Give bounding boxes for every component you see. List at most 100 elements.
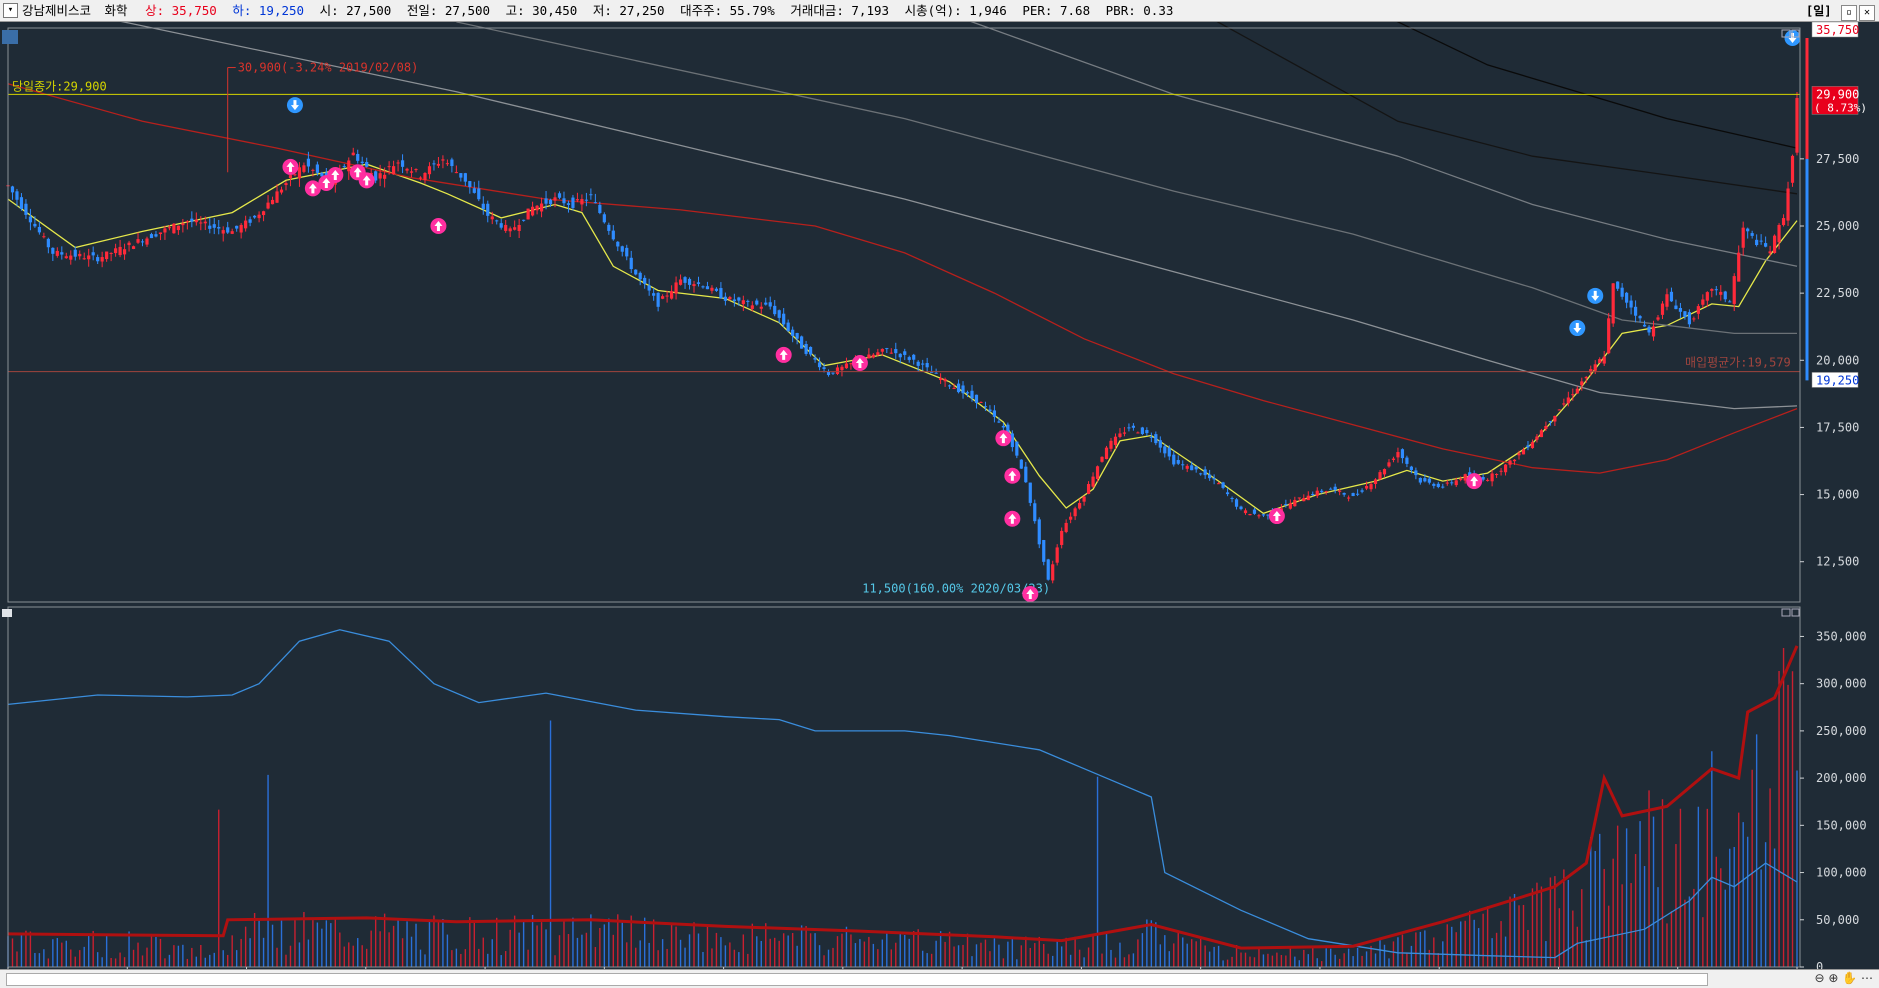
candle-body xyxy=(1418,477,1422,483)
candle-body xyxy=(60,252,64,255)
candle-body xyxy=(1674,305,1678,310)
major-holder-label: 대주주: xyxy=(680,3,723,18)
candle-body xyxy=(885,348,889,350)
volume-axis-label: 250,000 xyxy=(1816,724,1867,738)
candle-body xyxy=(1351,493,1355,497)
trade-amount-value: 7,193 xyxy=(851,3,890,18)
candle-body xyxy=(714,288,719,291)
candle-body xyxy=(921,363,925,365)
candle-body xyxy=(755,300,759,305)
candle-body xyxy=(1687,312,1691,325)
candle-body xyxy=(1234,499,1239,507)
candle-body xyxy=(728,297,732,300)
candle-body xyxy=(504,224,508,231)
candle-body xyxy=(539,203,544,212)
candle-body xyxy=(409,171,414,173)
candle-body xyxy=(73,249,77,257)
candle-body xyxy=(477,188,481,200)
zoom-out-icon[interactable]: ⊖ xyxy=(1814,971,1824,985)
candle-body xyxy=(1441,486,1445,488)
candle-body xyxy=(10,186,15,193)
candle-body xyxy=(1382,469,1387,475)
candle-body xyxy=(118,246,122,256)
candle-body xyxy=(1176,460,1180,464)
candle-body xyxy=(808,346,813,355)
candle-body xyxy=(602,214,606,223)
candle-body xyxy=(495,220,499,222)
candle-body xyxy=(1221,482,1225,488)
candle-body xyxy=(270,199,275,205)
candle-body xyxy=(629,257,633,270)
candle-body xyxy=(1329,488,1333,490)
candle-body xyxy=(199,222,203,224)
candle-body xyxy=(620,246,624,252)
candle-body xyxy=(1571,394,1575,396)
candle-body xyxy=(1409,466,1414,470)
candle-body xyxy=(1701,299,1705,305)
candle-body xyxy=(710,287,714,291)
candle-body xyxy=(1042,540,1046,562)
candle-body xyxy=(1746,228,1750,232)
candle-body xyxy=(311,169,315,171)
candle-body xyxy=(105,251,109,260)
candle-body xyxy=(1046,559,1050,580)
prev-close-label: 전일: xyxy=(406,3,438,18)
price-badge-label: 29,900 xyxy=(1816,87,1859,101)
candle-body xyxy=(687,278,692,285)
candle-body xyxy=(1512,459,1517,462)
candle-body xyxy=(1423,478,1427,482)
candle-body xyxy=(1360,490,1364,492)
more-icon[interactable]: ⋯ xyxy=(1861,971,1873,985)
candle-body xyxy=(943,379,947,382)
candle-body xyxy=(1055,547,1059,563)
candle-body xyxy=(1033,503,1037,522)
candle-body xyxy=(1669,291,1674,302)
candle-body xyxy=(176,225,180,231)
close-icon[interactable]: ✕ xyxy=(1859,5,1875,21)
candle-body xyxy=(1598,359,1602,364)
candle-body xyxy=(481,203,485,210)
dropdown-icon[interactable]: ▾ xyxy=(3,3,18,18)
candle-body xyxy=(235,225,239,229)
candle-body xyxy=(1755,239,1759,246)
candle-body xyxy=(683,277,687,283)
candle-body xyxy=(1086,484,1091,494)
candle-body xyxy=(1100,456,1104,462)
stock-name[interactable]: 강남제비스코 xyxy=(22,0,91,21)
price-axis-label: 25,000 xyxy=(1816,219,1859,233)
candle-body xyxy=(1378,472,1382,480)
candle-body xyxy=(1651,326,1656,337)
stock-chart[interactable]: 당일종가:29,900 매입평균가:19,579 30,900(-3.24% 201… xyxy=(0,22,1879,969)
candle-body xyxy=(817,362,822,368)
candle-body xyxy=(154,234,158,237)
candle-body xyxy=(1001,425,1005,428)
candle-body xyxy=(1113,436,1118,445)
candle-body xyxy=(78,253,82,257)
candle-body xyxy=(1208,474,1212,479)
candle-body xyxy=(432,163,436,165)
candle-body xyxy=(692,284,696,287)
horizontal-scrollbar[interactable] xyxy=(6,973,1708,986)
candle-body xyxy=(1714,289,1718,291)
candle-body xyxy=(28,216,33,223)
candle-body xyxy=(1293,499,1297,507)
hand-icon[interactable]: ✋ xyxy=(1842,971,1857,985)
restore-icon[interactable]: ▫ xyxy=(1841,5,1857,21)
volume-axis-label: 300,000 xyxy=(1816,677,1867,691)
candle-body xyxy=(1486,479,1490,481)
candle-body xyxy=(100,257,104,262)
zoom-in-icon[interactable]: ⊕ xyxy=(1828,971,1838,985)
volume-axis-label: 50,000 xyxy=(1816,913,1859,927)
candle-body xyxy=(652,293,656,296)
candle-body xyxy=(1203,469,1207,476)
candle-body xyxy=(1732,276,1736,305)
candle-body xyxy=(965,392,970,394)
candle-body xyxy=(992,410,997,417)
volume-axis-label: 100,000 xyxy=(1816,866,1867,880)
candle-body xyxy=(831,372,835,374)
candle-body xyxy=(1297,497,1301,499)
period-button[interactable]: [일] xyxy=(1806,4,1832,18)
candle-body xyxy=(741,300,745,305)
price-axis-label: 15,000 xyxy=(1816,488,1859,502)
candle-body xyxy=(1728,301,1732,303)
